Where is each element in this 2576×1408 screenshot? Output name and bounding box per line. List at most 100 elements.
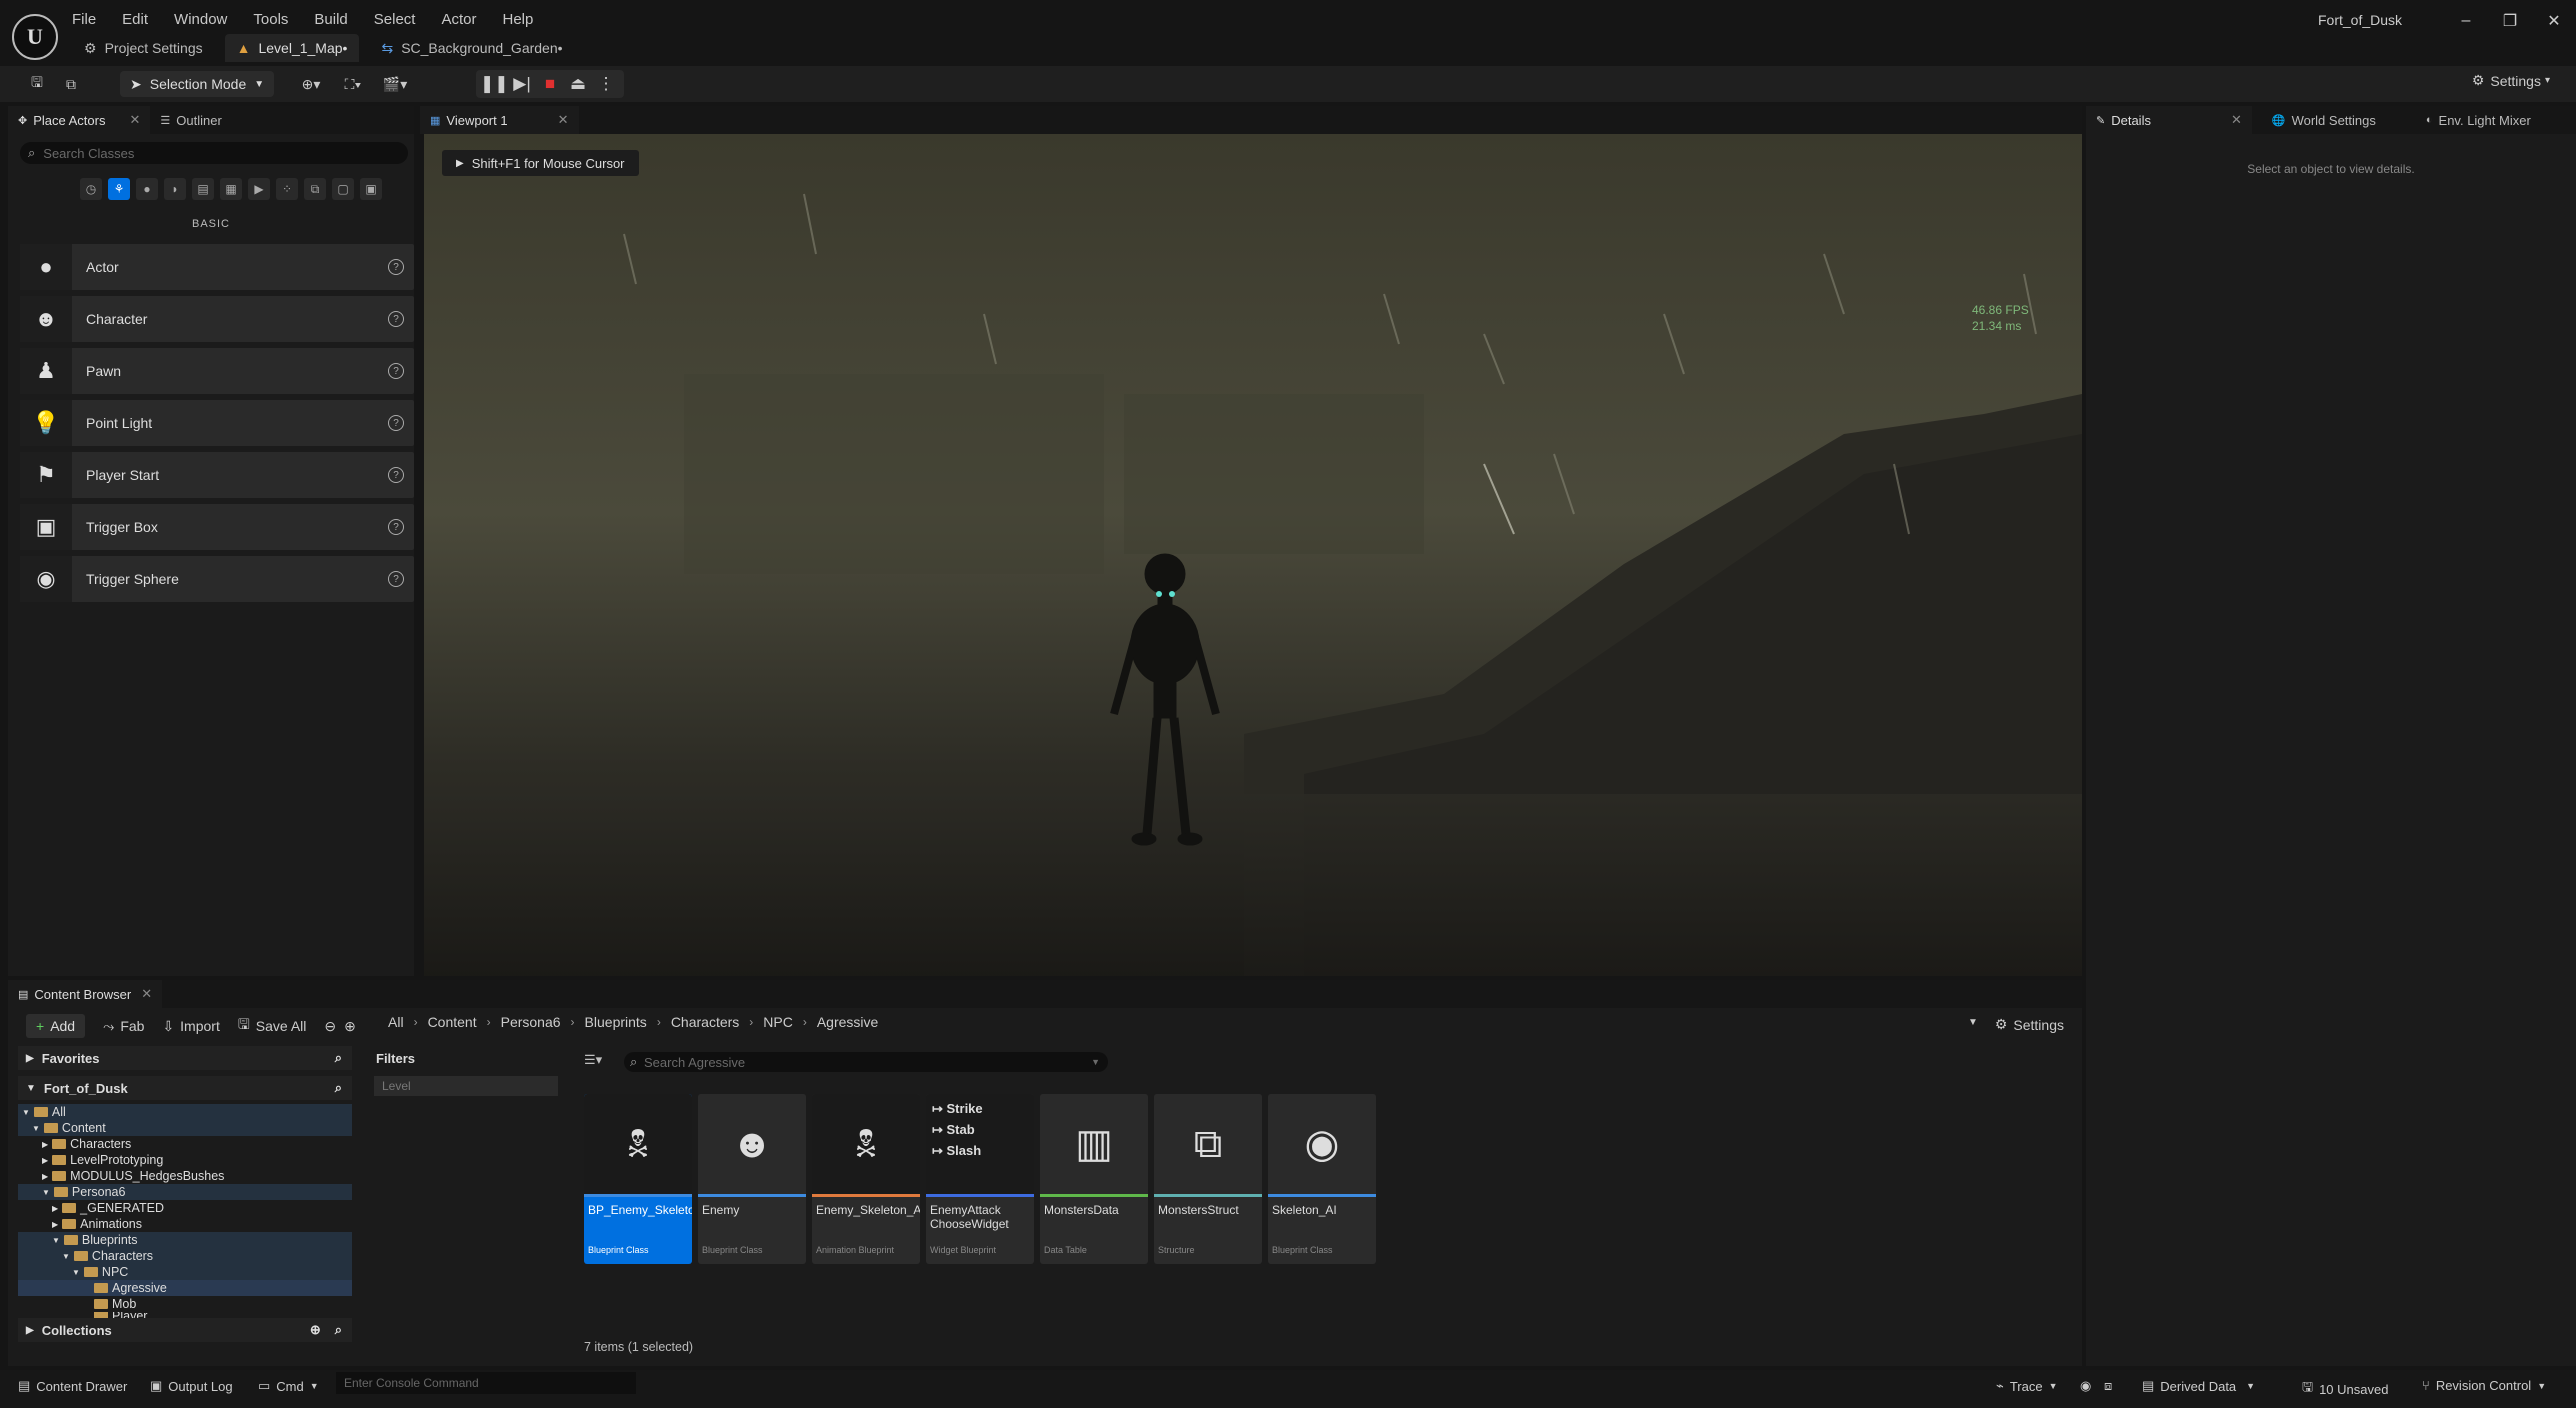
asset-search-input[interactable]: ⌕ Search Agressive ▼ <box>624 1052 1108 1072</box>
unsaved-button[interactable]: 🖫 10 Unsaved <box>2302 1378 2388 1400</box>
close-button[interactable]: ✕ <box>2532 11 2576 31</box>
step-icon[interactable]: ▶| <box>508 74 536 94</box>
collections-section[interactable]: ▶ Collections ⊕ ⌕ <box>18 1318 352 1342</box>
menu-file[interactable]: File <box>72 11 96 28</box>
level-viewport[interactable]: ▶ Shift+F1 for Mouse Cursor 46.86 FPS 21… <box>424 134 2082 976</box>
search-icon[interactable]: ⌕ <box>335 1050 342 1066</box>
pause-icon[interactable]: ❚❚ <box>480 74 509 94</box>
eject-icon[interactable]: ⏏ <box>564 74 592 94</box>
add-button[interactable]: + Add <box>26 1014 86 1038</box>
tab-place-actors[interactable]: ✥ Place Actors ✕ <box>8 106 151 134</box>
browse-icon[interactable]: ⧉ <box>58 71 84 97</box>
menu-edit[interactable]: Edit <box>122 11 148 28</box>
lights-icon[interactable]: ● <box>136 178 158 200</box>
close-icon[interactable]: ✕ <box>558 112 569 128</box>
breadcrumb-item[interactable]: Agressive <box>817 1014 878 1030</box>
search-classes-input[interactable]: ⌕ Search Classes <box>20 142 408 164</box>
tree-item-levelprototyping[interactable]: ▶ LevelPrototyping <box>18 1152 352 1168</box>
actor-item-pawn[interactable]: ♟ Pawn ? <box>20 348 414 394</box>
stop-icon[interactable]: ■ <box>536 74 564 94</box>
menu-actor[interactable]: Actor <box>441 11 476 28</box>
help-icon[interactable]: ? <box>388 311 404 327</box>
recent-icon[interactable]: ◷ <box>80 178 102 200</box>
filter-chip-level[interactable]: Level <box>374 1076 558 1096</box>
chevron-down-icon[interactable]: ▼ <box>1968 1017 1978 1028</box>
fab-button[interactable]: ⤳ Fab <box>103 1018 144 1035</box>
help-icon[interactable]: ? <box>388 519 404 535</box>
breadcrumb-item[interactable]: Content <box>428 1014 477 1030</box>
menu-help[interactable]: Help <box>503 11 534 28</box>
search-icon[interactable]: ⌕ <box>335 1322 342 1338</box>
asset-skeleton-ai[interactable]: ◉ Skeleton_AI Blueprint Class <box>1268 1094 1376 1264</box>
help-icon[interactable]: ? <box>388 259 404 275</box>
basic-icon[interactable]: ⚘ <box>108 178 130 200</box>
snapshot-icon[interactable]: ⧈ <box>2104 1378 2112 1394</box>
all-classes-icon[interactable]: ▢ <box>332 178 354 200</box>
tab-level-1-map[interactable]: ▲ Level_1_Map• <box>224 34 360 62</box>
cinematic-icon[interactable]: ▤ <box>192 178 214 200</box>
favorites-section[interactable]: ▶ Favorites ⌕ <box>18 1046 352 1070</box>
help-icon[interactable]: ? <box>388 415 404 431</box>
tab-env-light-mixer[interactable]: ◐ Env. Light Mixer <box>2416 106 2541 134</box>
tree-item-mob[interactable]: Mob <box>18 1296 352 1312</box>
settings-button[interactable]: ⚙ Settings ▾ <box>2472 72 2550 89</box>
actor-item-point-light[interactable]: 💡 Point Light ? <box>20 400 414 446</box>
tab-viewport-1[interactable]: ▦ Viewport 1 ✕ <box>420 106 579 134</box>
asset-monstersdata[interactable]: ▥ MonstersData Data Table <box>1040 1094 1148 1264</box>
breadcrumb-item[interactable]: Blueprints <box>585 1014 647 1030</box>
save-icon[interactable]: 🖫 <box>24 71 50 97</box>
revision-control-dropdown[interactable]: ⑂ Revision Control ▼ <box>2422 1378 2546 1393</box>
breadcrumb-item[interactable]: Characters <box>671 1014 739 1030</box>
filter-icon[interactable]: ☰▾ <box>584 1052 602 1068</box>
menu-build[interactable]: Build <box>314 11 347 28</box>
more-options-icon[interactable]: ⋮ <box>592 74 620 94</box>
add-actor-icon[interactable]: ⊕▾ <box>298 71 324 97</box>
tab-project-settings[interactable]: ⚙ Project Settings <box>72 34 215 62</box>
breadcrumb-item[interactable]: Persona6 <box>501 1014 561 1030</box>
actor-item-actor[interactable]: ● Actor ? <box>20 244 414 290</box>
search-icon[interactable]: ⌕ <box>335 1080 342 1096</box>
tree-item-agressive[interactable]: Agressive <box>18 1280 352 1296</box>
cmd-dropdown[interactable]: ▭ Cmd ▼ <box>258 1378 319 1394</box>
menu-tools[interactable]: Tools <box>253 11 288 28</box>
geometry-icon[interactable]: ⁘ <box>276 178 298 200</box>
derived-data-dropdown[interactable]: ▤ Derived Data ▼ <box>2142 1378 2255 1394</box>
blueprints-icon[interactable]: ⛶▾ <box>340 71 366 97</box>
actor-item-player-start[interactable]: ⚑ Player Start ? <box>20 452 414 498</box>
tab-content-browser[interactable]: ▤ Content Browser ✕ <box>8 980 163 1008</box>
tree-item-npc[interactable]: ▼ NPC <box>18 1264 352 1280</box>
shapes-icon[interactable]: ◗ <box>164 178 186 200</box>
unreal-logo-icon[interactable]: U <box>12 14 58 60</box>
tree-item-animations[interactable]: ▶ Animations <box>18 1216 352 1232</box>
asset-enemy-skeleton-anim[interactable]: 🕱 Enemy_Skeleton_Anim Animation Blueprin… <box>812 1094 920 1264</box>
menu-select[interactable]: Select <box>374 11 416 28</box>
content-settings-button[interactable]: ⚙ Settings <box>1995 1016 2064 1033</box>
help-icon[interactable]: ? <box>388 363 404 379</box>
tree-item-characters-sub[interactable]: ▼ Characters <box>18 1248 352 1264</box>
favorites-icon[interactable]: ▣ <box>360 178 382 200</box>
close-icon[interactable]: ✕ <box>2231 112 2242 128</box>
restore-button[interactable]: ❐ <box>2488 11 2532 31</box>
close-icon[interactable]: ✕ <box>129 112 140 128</box>
asset-enemyattack-choosewidget[interactable]: ↦ Strike ↦ Stab ↦ Slash EnemyAttack Choo… <box>926 1094 1034 1264</box>
tree-item-generated[interactable]: ▶ _GENERATED <box>18 1200 352 1216</box>
tab-details[interactable]: ✎ Details ✕ <box>2086 106 2252 134</box>
project-section[interactable]: ▼ Fort_of_Dusk ⌕ <box>18 1076 352 1100</box>
visual-effects-icon[interactable]: ▦ <box>220 178 242 200</box>
tree-item-content[interactable]: ▼ Content <box>18 1120 352 1136</box>
record-icon[interactable]: ◉ <box>2080 1378 2091 1394</box>
history-back-icon[interactable]: ⊖ <box>324 1018 336 1035</box>
tree-item-characters[interactable]: ▶ Characters <box>18 1136 352 1152</box>
volumes-icon[interactable]: ⧉ <box>304 178 326 200</box>
minimize-button[interactable]: – <box>2444 12 2488 30</box>
save-all-button[interactable]: 🖫 Save All <box>238 1014 307 1038</box>
content-drawer-button[interactable]: ▤ Content Drawer <box>18 1378 127 1394</box>
actor-item-character[interactable]: ☻ Character ? <box>20 296 414 342</box>
asset-bp-enemy-skeleton[interactable]: 🕱 BP_Enemy_Skeleton Blueprint Class <box>584 1094 692 1264</box>
actor-item-trigger-sphere[interactable]: ◉ Trigger Sphere ? <box>20 556 414 602</box>
asset-enemy[interactable]: ☻ Enemy Blueprint Class <box>698 1094 806 1264</box>
output-log-button[interactable]: ▣ Output Log <box>150 1378 233 1394</box>
breadcrumb-item[interactable]: NPC <box>763 1014 793 1030</box>
add-collection-icon[interactable]: ⊕ <box>310 1322 321 1338</box>
tree-item-persona6[interactable]: ▼ Persona6 <box>18 1184 352 1200</box>
